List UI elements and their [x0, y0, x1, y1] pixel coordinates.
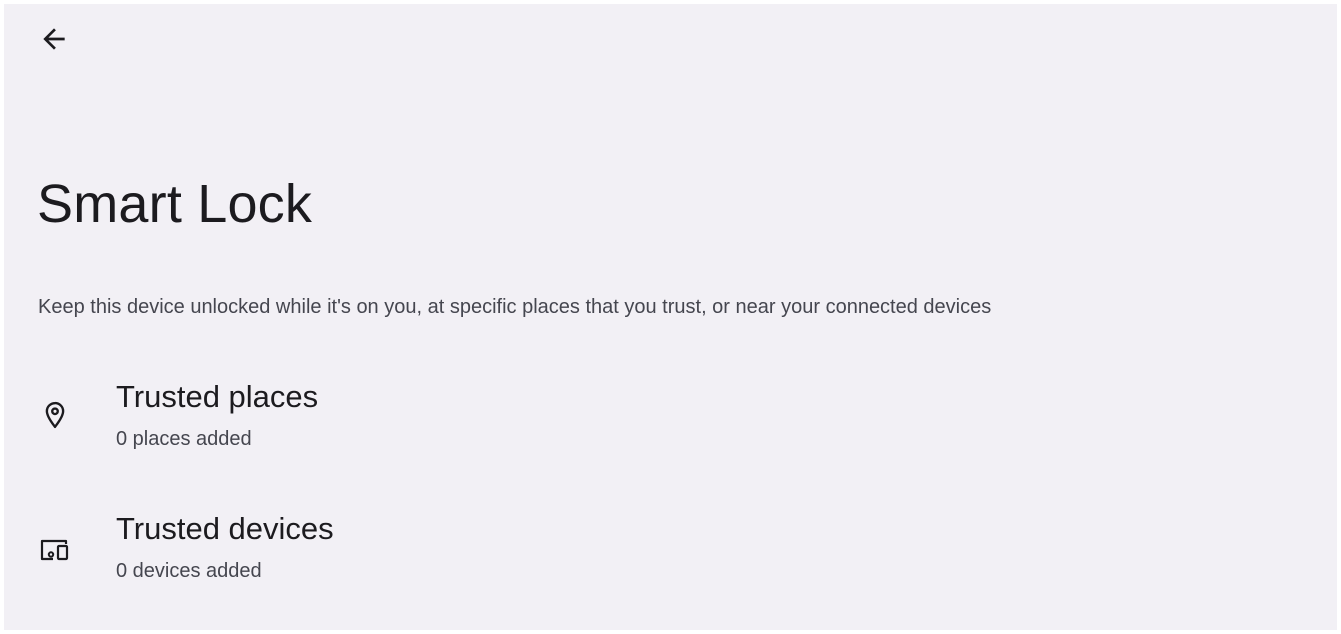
trusted-devices-title: Trusted devices — [116, 511, 334, 546]
page-title: Smart Lock — [37, 174, 313, 234]
arrow-back-icon — [43, 28, 65, 50]
trusted-devices-subtitle: 0 devices added — [116, 560, 262, 582]
location-pin-icon — [38, 398, 72, 432]
back-button[interactable] — [32, 17, 76, 61]
trusted-places-item[interactable]: Trusted places 0 places added — [4, 364, 1337, 464]
trusted-places-title: Trusted places — [116, 379, 319, 414]
trusted-devices-item[interactable]: Trusted devices 0 devices added — [4, 496, 1337, 596]
page-description: Keep this device unlocked while it's on … — [38, 296, 992, 318]
devices-icon — [38, 533, 72, 567]
trusted-places-subtitle: 0 places added — [116, 428, 252, 450]
smart-lock-screen: Smart Lock Keep this device unlocked whi… — [4, 4, 1337, 630]
